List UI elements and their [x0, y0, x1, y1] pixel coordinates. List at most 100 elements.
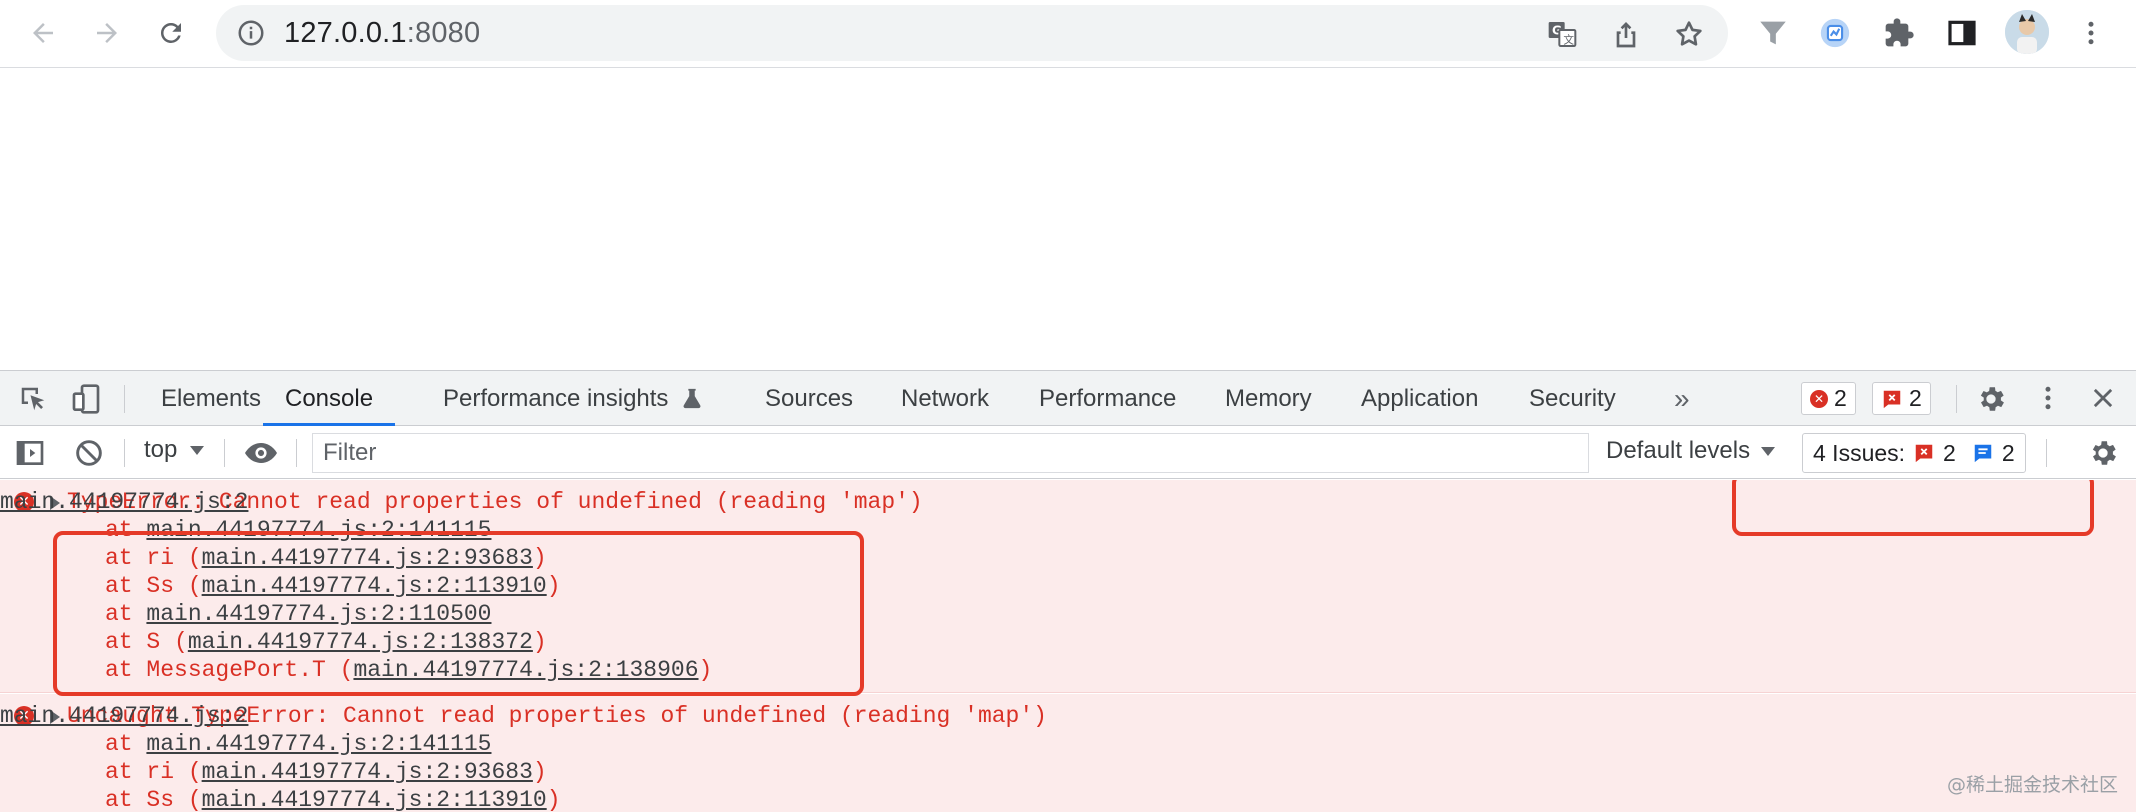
back-arrow-icon[interactable] — [22, 12, 64, 54]
stack-frame: at MessagePort.T (main.44197774.js:2:138… — [105, 656, 712, 684]
filter-extension-icon[interactable] — [1752, 12, 1794, 54]
stack-frame-link[interactable]: main.44197774.js:2:113910 — [202, 787, 547, 812]
toolbar-divider — [296, 439, 297, 467]
tab-performance-insights-label: Performance insights — [443, 385, 669, 412]
stack-frame-prefix: at ri ( — [105, 759, 202, 785]
stack-frame-prefix: at — [105, 601, 147, 627]
tab-performance-insights[interactable]: Performance insights — [443, 371, 703, 426]
toolbar-divider — [2046, 439, 2047, 467]
tab-application[interactable]: Application — [1361, 371, 1478, 426]
stack-frame: at main.44197774.js:2:110500 — [105, 600, 491, 628]
tab-memory[interactable]: Memory — [1225, 371, 1312, 426]
issue-info-icon — [1974, 444, 1992, 463]
stack-frame: at Ss (main.44197774.js:2:113910) — [105, 572, 561, 600]
watermark: @稀土掘金技术社区 — [1946, 774, 2118, 796]
stack-frame-prefix: at — [105, 517, 147, 543]
issues-info-count: 2 — [2001, 439, 2015, 466]
stack-frame-link[interactable]: main.44197774.js:2:110500 — [146, 601, 491, 627]
avatar[interactable] — [2005, 10, 2049, 54]
puzzle-icon[interactable] — [1878, 12, 1920, 54]
clear-console-icon[interactable] — [73, 437, 105, 474]
side-panel-icon[interactable] — [1941, 12, 1983, 54]
reload-icon[interactable] — [150, 12, 192, 54]
devtools-menu-icon[interactable] — [2033, 383, 2063, 418]
error-counter-badge[interactable]: ✕ 2 — [1801, 382, 1856, 415]
kebab-menu-icon[interactable] — [2070, 12, 2112, 54]
stack-frame-suffix: ) — [546, 787, 561, 812]
tab-sources[interactable]: Sources — [765, 371, 853, 426]
console-settings-gear-icon[interactable] — [2087, 437, 2119, 474]
stack-frame-suffix: ) — [532, 759, 547, 785]
stack-frame-suffix: ) — [532, 629, 547, 655]
stack-frame: at S (main.44197774.js:2:138372) — [105, 628, 547, 656]
stack-frame-link[interactable]: main.44197774.js:2:141115 — [146, 731, 491, 757]
page-content — [0, 69, 2136, 370]
extension-icon[interactable] — [1814, 12, 1856, 54]
toolbar-divider — [224, 439, 225, 467]
more-tabs-button[interactable]: » — [1674, 371, 1690, 426]
settings-gear-icon[interactable] — [1975, 383, 2007, 420]
stack-frame-link[interactable]: main.44197774.js:2:138906 — [353, 657, 698, 683]
live-expression-eye-icon[interactable] — [243, 437, 279, 474]
share-icon[interactable] — [1610, 18, 1642, 50]
source-link[interactable]: main.44197774.js:2 — [0, 702, 2078, 730]
tab-security[interactable]: Security — [1529, 371, 1616, 426]
stack-frame-prefix: at — [105, 731, 147, 757]
stack-frame: at ri (main.44197774.js:2:93683) — [105, 544, 547, 572]
tab-network[interactable]: Network — [901, 371, 989, 426]
stack-frame-suffix: ) — [532, 545, 547, 571]
stack-frame: at ri (main.44197774.js:2:93683) — [105, 758, 547, 786]
stack-frame-prefix: at Ss ( — [105, 787, 202, 812]
inspect-element-icon[interactable] — [18, 384, 48, 419]
forward-arrow-icon[interactable] — [86, 12, 128, 54]
stack-frame-link[interactable]: main.44197774.js:2:93683 — [202, 545, 533, 571]
tab-performance[interactable]: Performance — [1039, 371, 1176, 426]
tab-elements[interactable]: Elements — [161, 371, 261, 426]
issues-error-count: 2 — [1943, 439, 1956, 466]
url-host: 127.0.0.1 — [284, 17, 407, 49]
console-error-entry: ✕ TypeError: Cannot read properties of u… — [0, 480, 2136, 693]
toolbar-divider — [124, 439, 125, 467]
stack-frame-link[interactable]: main.44197774.js:2:113910 — [202, 573, 547, 599]
url-text: 127.0.0.1:8080 — [284, 18, 480, 48]
translate-icon[interactable]: G文 — [1546, 18, 1578, 50]
devtools-panel: Elements Console Performance insights So… — [0, 370, 2136, 812]
issue-error-icon — [1915, 444, 1933, 463]
stack-frame: at main.44197774.js:2:141115 — [105, 516, 491, 544]
issue-error-icon — [1883, 390, 1901, 408]
error-circle-icon: ✕ — [1810, 389, 1828, 408]
info-icon[interactable] — [236, 18, 266, 48]
close-devtools-icon[interactable] — [2089, 384, 2117, 417]
stack-frame-link[interactable]: main.44197774.js:2:138372 — [188, 629, 533, 655]
devtools-tabbar: Elements Console Performance insights So… — [0, 371, 2136, 426]
address-bar[interactable]: 127.0.0.1:8080 G文 — [216, 5, 1728, 61]
console-filter-bar: top Default levels 4 Issues: 2 2 — [0, 426, 2136, 479]
issues-button[interactable]: 4 Issues: 2 2 — [1802, 433, 2026, 473]
stack-frame-suffix: ) — [698, 657, 713, 683]
stack-frame-prefix: at MessagePort.T ( — [105, 657, 354, 683]
flask-icon — [683, 388, 701, 409]
stack-frame-prefix: at S ( — [105, 629, 188, 655]
toolbar-divider — [124, 385, 125, 413]
url-port: :8080 — [406, 17, 481, 49]
issue-counter-badge[interactable]: 2 — [1872, 382, 1931, 415]
stack-frame: at Ss (main.44197774.js:2:113910) — [105, 786, 561, 812]
context-selector[interactable]: top — [144, 436, 205, 464]
log-levels-dropdown[interactable]: Default levels — [1606, 437, 1776, 465]
stack-frame-link[interactable]: main.44197774.js:2:141115 — [146, 517, 491, 543]
issues-label: 4 Issues: — [1813, 439, 1906, 466]
console-filter-input[interactable] — [312, 433, 1589, 473]
show-sidebar-icon[interactable] — [14, 437, 46, 474]
console-output: ✕ TypeError: Cannot read properties of u… — [0, 480, 2136, 812]
stack-frame-prefix: at ri ( — [105, 545, 202, 571]
device-toolbar-icon[interactable] — [70, 383, 102, 420]
bookmark-star-icon[interactable] — [1673, 18, 1705, 50]
stack-frame-link[interactable]: main.44197774.js:2:93683 — [202, 759, 533, 785]
dropdown-triangle-icon — [190, 446, 205, 455]
issue-count: 2 — [1909, 385, 1922, 411]
context-selector-label: top — [144, 436, 178, 463]
stack-frame: at main.44197774.js:2:141115 — [105, 730, 491, 758]
tab-console[interactable]: Console — [263, 371, 396, 426]
log-levels-label: Default levels — [1606, 437, 1751, 464]
source-link[interactable]: main.44197774.js:2 — [0, 488, 2078, 516]
